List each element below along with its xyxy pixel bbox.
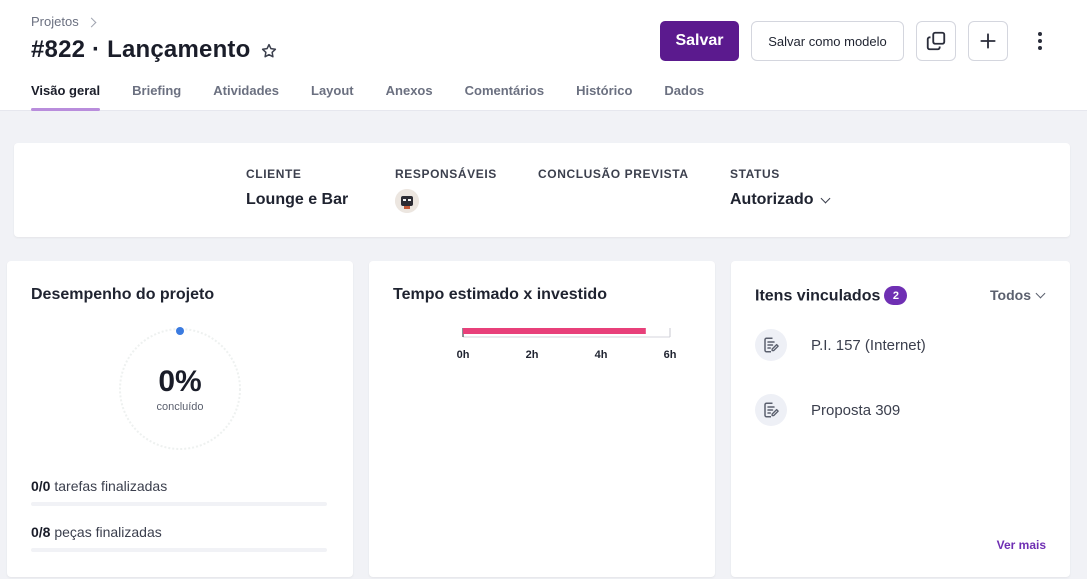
pieces-label: peças finalizadas <box>54 524 162 540</box>
performance-card: Desempenho do projeto 0% concluído 0/0 t… <box>7 261 353 577</box>
tasks-count: 0/0 <box>31 478 51 494</box>
tab-layout[interactable]: Layout <box>311 76 354 111</box>
linked-item-label: P.I. 157 (Internet) <box>811 336 926 354</box>
linked-items-title-text: Itens vinculados <box>755 287 881 305</box>
x-tick-0h: 0h <box>457 349 470 361</box>
client-value: Lounge e Bar <box>246 191 349 208</box>
document-edit-icon <box>755 394 787 426</box>
linked-item-label: Proposta 309 <box>811 401 901 419</box>
avatar[interactable] <box>395 189 419 213</box>
count-badge: 2 <box>884 286 908 305</box>
breadcrumb-projects-link[interactable]: Projetos <box>31 14 79 29</box>
duplicate-button[interactable] <box>916 21 956 61</box>
tab-briefing[interactable]: Briefing <box>132 76 181 111</box>
page-title: #822 · Lançamento <box>31 36 251 63</box>
time-title: Tempo estimado x investido <box>393 286 607 303</box>
chevron-right-icon <box>86 17 97 27</box>
progress-label: concluído <box>156 401 204 413</box>
status-label: STATUS <box>730 167 780 181</box>
save-as-template-button[interactable]: Salvar como modelo <box>751 21 904 61</box>
duplicate-icon <box>926 31 946 51</box>
tab-comments[interactable]: Comentários <box>465 76 544 111</box>
chevron-down-icon <box>1035 288 1046 298</box>
tab-attachments[interactable]: Anexos <box>386 76 433 111</box>
client-label: CLIENTE <box>246 167 302 181</box>
completion-label: CONCLUSÃO PREVISTA <box>538 167 689 181</box>
tasks-progress-bar <box>31 502 327 506</box>
chart-bar <box>463 328 646 334</box>
x-tick-2h: 2h <box>526 349 539 361</box>
status-field: STATUS Autorizado <box>730 167 830 209</box>
completion-field: CONCLUSÃO PREVISTA <box>538 167 689 181</box>
responsibles-field: RESPONSÁVEIS <box>395 167 497 213</box>
linked-item[interactable]: Proposta 309 <box>755 394 900 426</box>
save-button[interactable]: Salvar <box>660 21 739 61</box>
client-field: CLIENTE Lounge e Bar <box>246 167 348 209</box>
pieces-stat: 0/8 peças finalizadas <box>31 524 162 540</box>
page-header: Projetos #822 · Lançamento Salvar Salvar… <box>0 0 1087 111</box>
x-tick-4h: 4h <box>595 349 608 361</box>
tab-activities[interactable]: Atividades <box>213 76 279 111</box>
chevron-down-icon <box>820 193 830 203</box>
star-icon[interactable] <box>260 42 278 60</box>
project-info-card: CLIENTE Lounge e Bar RESPONSÁVEIS CONCLU… <box>14 143 1070 237</box>
filter-label: Todos <box>990 287 1031 303</box>
progress-percent: 0% <box>158 365 202 398</box>
pieces-count: 0/8 <box>31 524 51 540</box>
pieces-progress-bar <box>31 548 327 552</box>
tab-history[interactable]: Histórico <box>576 76 632 111</box>
time-card: Tempo estimado x investido 0h 2h 4h 6h <box>369 261 715 577</box>
progress-start-dot <box>176 327 184 335</box>
tab-bar: Visão geral Briefing Atividades Layout A… <box>31 76 736 111</box>
responsibles-label: RESPONSÁVEIS <box>395 167 497 181</box>
title-row: #822 · Lançamento <box>31 36 278 64</box>
breadcrumb: Projetos <box>31 14 97 29</box>
performance-title: Desempenho do projeto <box>31 286 215 303</box>
filter-dropdown[interactable]: Todos <box>990 287 1046 303</box>
see-more-link[interactable]: Ver mais <box>997 538 1046 552</box>
user-avatar-icon <box>395 189 419 213</box>
linked-items-title: Itens vinculados 2 <box>755 286 908 306</box>
plus-icon <box>980 33 996 49</box>
tab-data[interactable]: Dados <box>664 76 704 111</box>
add-button[interactable] <box>968 21 1008 61</box>
linked-item[interactable]: P.I. 157 (Internet) <box>755 329 926 361</box>
tab-overview[interactable]: Visão geral <box>31 76 101 111</box>
status-value: Autorizado <box>730 191 814 208</box>
document-edit-icon <box>755 329 787 361</box>
x-tick-6h: 6h <box>664 349 677 361</box>
status-dropdown[interactable]: Autorizado <box>730 191 830 209</box>
tasks-label: tarefas finalizadas <box>54 478 168 494</box>
more-options-icon[interactable] <box>1030 28 1050 54</box>
time-chart: 0h 2h 4h 6h <box>457 328 677 361</box>
linked-items-card: Itens vinculados 2 Todos P.I. 157 (Intern… <box>731 261 1070 577</box>
tasks-stat: 0/0 tarefas finalizadas <box>31 478 167 494</box>
